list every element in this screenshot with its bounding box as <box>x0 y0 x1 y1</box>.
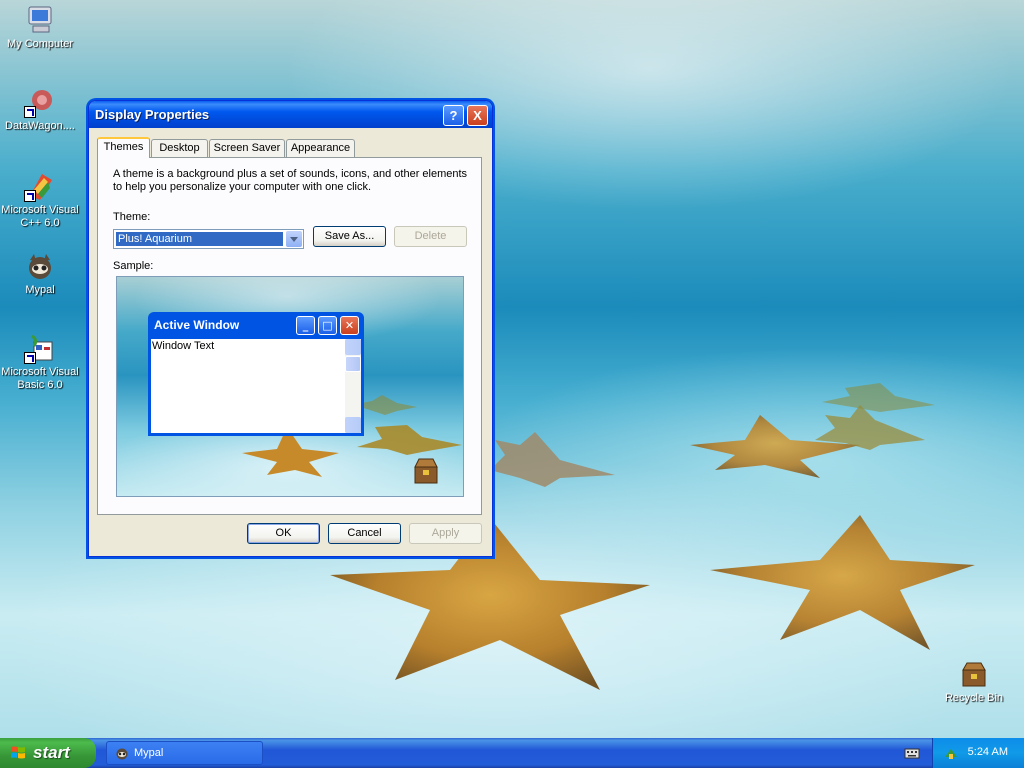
desktop-icon-label: My Computer <box>6 38 74 50</box>
desktop-icon-visual-basic[interactable]: Microsoft Visual Basic 6.0 <box>0 332 80 392</box>
chevron-down-icon[interactable] <box>286 231 302 247</box>
tab-desktop[interactable]: Desktop <box>151 139 208 157</box>
scroll-thumb <box>345 356 361 372</box>
close-icon: ✕ <box>340 316 359 335</box>
minimize-icon: _ <box>296 316 315 335</box>
desktop-icon-mypal[interactable]: Mypal <box>0 250 80 297</box>
desktop-icon-label: Mypal <box>25 284 55 296</box>
tab-screen-saver[interactable]: Screen Saver <box>209 139 285 157</box>
sample-window-body: Window Text <box>151 339 361 433</box>
save-as-button[interactable]: Save As... <box>313 226 386 247</box>
display-properties-window[interactable]: Display Properties ? X Themes Desktop Sc… <box>88 100 493 557</box>
scroll-down-icon <box>345 417 361 433</box>
theme-sample-preview: Active Window _ □ ✕ Window Text <box>116 276 464 497</box>
visual-cpp-icon <box>24 170 56 202</box>
mypal-icon <box>116 748 128 760</box>
start-label: start <box>33 743 70 762</box>
desktop-icon-label: DataWagon.... <box>5 120 75 132</box>
cancel-button[interactable]: Cancel <box>328 523 401 544</box>
help-button[interactable]: ? <box>443 105 464 126</box>
start-button[interactable]: start <box>0 738 96 768</box>
scroll-up-icon <box>345 339 361 355</box>
clock[interactable]: 5:24 AM <box>968 746 1008 758</box>
tab-themes[interactable]: Themes <box>97 137 150 158</box>
sample-scrollbar <box>345 339 361 433</box>
maximize-icon: □ <box>318 316 337 335</box>
desktop-icon-my-computer[interactable]: My Computer <box>0 4 80 51</box>
network-icon[interactable] <box>943 745 959 761</box>
treasure-chest-icon <box>413 455 439 485</box>
desktop-icon-datawagon[interactable]: DataWagon.... <box>0 86 80 133</box>
ok-button[interactable]: OK <box>247 523 320 544</box>
my-computer-icon <box>24 4 56 36</box>
sample-window-text: Window Text <box>152 340 215 352</box>
delete-button[interactable]: Delete <box>394 226 467 247</box>
sample-label: Sample: <box>113 260 154 272</box>
system-tray: 5:24 AM <box>932 738 1024 768</box>
taskbar-button-label: Mypal <box>134 747 164 759</box>
sample-window-title: Active Window <box>154 318 240 332</box>
windows-flag-icon <box>11 746 25 759</box>
desktop-icon-label: Microsoft Visual C++ 6.0 <box>1 204 79 229</box>
apply-button[interactable]: Apply <box>409 523 482 544</box>
close-button[interactable]: X <box>467 105 488 126</box>
taskbar: start Mypal 5:24 AM <box>0 738 1024 768</box>
shortcut-arrow-icon <box>24 352 36 364</box>
shortcut-arrow-icon <box>24 106 36 118</box>
title-bar[interactable]: Display Properties ? X <box>89 101 492 128</box>
desktop-icon-recycle-bin[interactable]: Recycle Bin <box>934 658 1014 705</box>
sample-active-window: Active Window _ □ ✕ Window Text <box>148 312 364 436</box>
window-title: Display Properties <box>95 107 210 122</box>
mypal-icon <box>24 250 56 282</box>
datawagon-icon <box>24 86 56 118</box>
tab-appearance[interactable]: Appearance <box>286 139 355 157</box>
keyboard-icon[interactable] <box>904 745 920 761</box>
theme-select[interactable]: Plus! Aquarium <box>113 229 304 249</box>
theme-description: A theme is a background plus a set of so… <box>113 168 468 193</box>
desktop-icon-label: Microsoft Visual Basic 6.0 <box>1 366 79 391</box>
recycle-bin-icon <box>958 658 990 690</box>
themes-panel: A theme is a background plus a set of so… <box>97 157 482 515</box>
visual-basic-icon <box>24 332 56 364</box>
desktop-icon-label: Recycle Bin <box>944 692 1004 704</box>
taskbar-button-mypal[interactable]: Mypal <box>106 741 263 765</box>
theme-label: Theme: <box>113 211 151 223</box>
theme-select-value: Plus! Aquarium <box>116 232 283 246</box>
desktop-icon-visual-cpp[interactable]: Microsoft Visual C++ 6.0 <box>0 170 80 230</box>
shortcut-arrow-icon <box>24 190 36 202</box>
